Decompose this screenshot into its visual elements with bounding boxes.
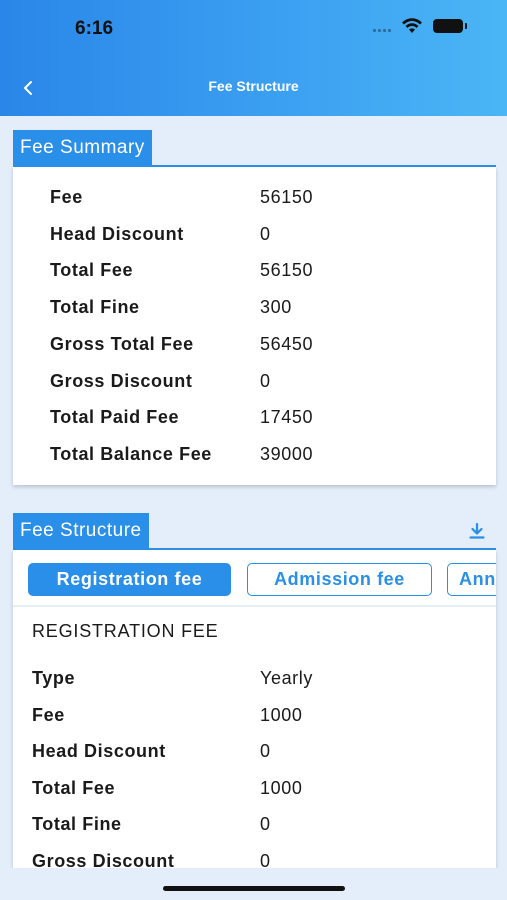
cellular-signal-icon xyxy=(373,20,391,32)
structure-row-value: 0 xyxy=(260,741,271,762)
chip-registration-fee[interactable]: Registration fee xyxy=(28,563,231,596)
battery-icon xyxy=(433,19,467,33)
home-indicator xyxy=(163,886,345,891)
structure-row-value: 0 xyxy=(260,814,271,835)
wifi-icon xyxy=(402,18,422,33)
summary-row-label: Total Fine xyxy=(50,297,140,318)
structure-row-label: Total Fine xyxy=(32,814,122,835)
fee-structure-tab: Fee Structure xyxy=(13,513,149,549)
status-time: 6:16 xyxy=(75,18,114,39)
structure-row-value: 1000 xyxy=(260,777,303,798)
summary-row-value: 17450 xyxy=(260,407,314,428)
fee-summary-tab: Fee Summary xyxy=(13,130,152,166)
chips-divider xyxy=(13,605,496,607)
download-icon[interactable] xyxy=(468,522,486,540)
summary-row-value: 300 xyxy=(260,297,292,318)
bottom-safe-area xyxy=(0,868,507,900)
page-title: Fee Structure xyxy=(208,78,299,94)
summary-row-value: 56150 xyxy=(260,187,314,207)
fee-summary-card xyxy=(13,167,496,485)
summary-row-label: Fee xyxy=(50,187,83,207)
summary-row-label: Total Paid Fee xyxy=(50,407,180,428)
summary-row-label: Head Discount xyxy=(50,223,184,244)
summary-row-label: Gross Discount xyxy=(50,370,193,391)
summary-row-label: Total Balance Fee xyxy=(50,443,212,464)
summary-row-value: 39000 xyxy=(260,443,314,464)
structure-row-label: Fee xyxy=(32,704,65,725)
structure-row-value: 1000 xyxy=(260,704,303,725)
fee-type-tabs: Registration fee Admission fee Ann xyxy=(13,553,496,605)
structure-row-label: Type xyxy=(32,668,76,688)
app-header: 6:16 Fee Structure xyxy=(0,0,507,116)
summary-row-value: 0 xyxy=(260,223,271,244)
summary-row-value: 0 xyxy=(260,370,271,391)
structure-row-label: Total Fee xyxy=(32,777,116,798)
chip-annual-fee[interactable]: Ann xyxy=(447,563,496,596)
summary-row-label: Gross Total Fee xyxy=(50,333,194,354)
summary-row-label: Total Fee xyxy=(50,260,134,281)
summary-row-value: 56150 xyxy=(260,260,314,281)
chip-admission-fee[interactable]: Admission fee xyxy=(247,563,432,596)
structure-row-value: Yearly xyxy=(260,668,313,688)
structure-row-label: Head Discount xyxy=(32,741,166,762)
summary-row-value: 56450 xyxy=(260,333,314,354)
status-icons xyxy=(373,18,467,34)
